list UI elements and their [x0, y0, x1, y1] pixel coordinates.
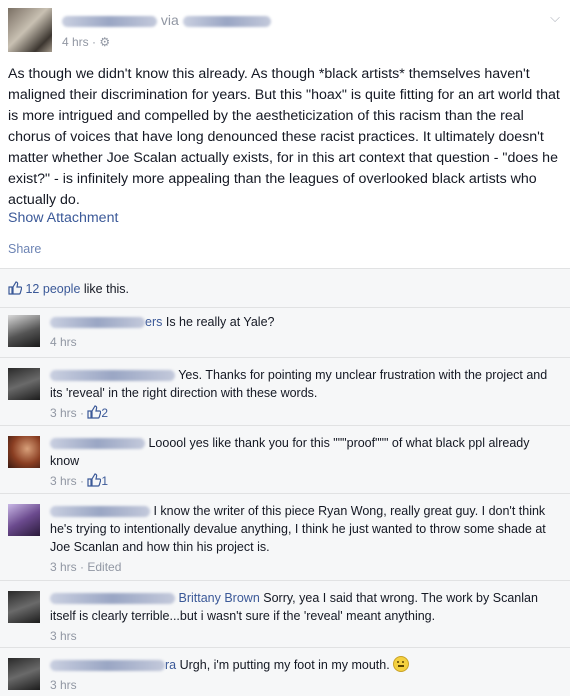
comment-meta: 3 hrs · 1: [50, 473, 109, 488]
page-name-redacted[interactable]: [182, 15, 271, 27]
commenter-name-redacted[interactable]: [50, 317, 145, 329]
divider: [0, 357, 570, 358]
commenter-name-redacted[interactable]: [50, 438, 145, 450]
likes-count-link[interactable]: 12 people: [25, 282, 80, 296]
comment-time[interactable]: 4 hrs: [50, 335, 77, 349]
comment-body: ers Is he really at Yale? 4 hrs: [50, 313, 560, 351]
via-label: via: [160, 12, 179, 28]
author-name-redacted[interactable]: [62, 15, 157, 27]
thumbs-up-icon: [8, 281, 22, 295]
comment-body: Brittany Brown Sorry, yea I said that wr…: [50, 589, 560, 645]
comment-like-count[interactable]: 1: [101, 474, 108, 488]
comment-avatar[interactable]: [8, 658, 40, 690]
comment-time[interactable]: 3 hrs: [50, 678, 77, 692]
post-timestamp[interactable]: 4 hrs: [62, 35, 89, 49]
comment-meta: 3 hrs: [50, 676, 560, 694]
chevron-down-icon[interactable]: ⌵: [550, 10, 560, 26]
comment-body: I know the writer of this piece Ryan Won…: [50, 502, 560, 576]
comment-avatar[interactable]: [8, 368, 40, 400]
thumbs-up-icon[interactable]: [87, 473, 102, 487]
divider: [0, 425, 570, 426]
comment-meta: 3 hrs · Edited: [50, 560, 122, 574]
comment-avatar[interactable]: [8, 591, 40, 623]
post: via 4 hrs · ⚙ ⌵ As though we didn't know…: [0, 0, 570, 268]
post-meta: 4 hrs · ⚙: [62, 35, 111, 49]
commenter-name-redacted[interactable]: [50, 593, 175, 605]
divider: [0, 647, 570, 648]
comment-time[interactable]: 3 hrs: [50, 560, 77, 574]
comment-avatar[interactable]: [8, 436, 40, 468]
mention-link[interactable]: Brittany Brown: [178, 591, 259, 605]
edited-label[interactable]: Edited: [87, 560, 121, 574]
comment-time[interactable]: 3 hrs: [50, 474, 77, 488]
comment-avatar[interactable]: [8, 504, 40, 536]
comment-text: Is he really at Yale?: [162, 315, 275, 329]
comment-meta: 4 hrs: [50, 333, 560, 351]
likes-summary: 12 people like this.: [8, 281, 129, 296]
post-header: via: [62, 12, 271, 28]
comments-section: 12 people like this. ers Is he really at…: [0, 268, 570, 696]
commenter-name-redacted[interactable]: [50, 506, 150, 518]
likes-suffix: like this.: [80, 282, 130, 296]
frown-emoji-icon: [393, 656, 410, 672]
divider: [0, 307, 570, 308]
comment-like-count[interactable]: 2: [101, 406, 108, 420]
comment-time[interactable]: 3 hrs: [50, 406, 77, 420]
post-text: As though we didn't know this already. A…: [8, 66, 560, 208]
commenter-name[interactable]: ers: [145, 315, 162, 329]
comment-avatar[interactable]: [8, 315, 40, 347]
comment-meta: 3 hrs · 2: [50, 405, 109, 420]
divider: [0, 493, 570, 494]
commenter-name-redacted[interactable]: [50, 660, 165, 672]
thumbs-up-icon[interactable]: [87, 405, 102, 419]
author-avatar[interactable]: [8, 8, 52, 52]
comment-text: Urgh, i'm putting my foot in my mouth.: [176, 658, 394, 672]
share-link[interactable]: Share: [8, 242, 41, 256]
comment-body: ra Urgh, i'm putting my foot in my mouth…: [50, 656, 560, 694]
commenter-name-redacted[interactable]: [50, 370, 175, 382]
comment-time[interactable]: 3 hrs: [50, 629, 77, 643]
comment-body: Looool yes like thank you for this """pr…: [50, 434, 560, 490]
audience-icon[interactable]: ⚙: [99, 35, 110, 49]
comment-body: Yes. Thanks for pointing my unclear frus…: [50, 366, 560, 422]
commenter-name[interactable]: ra: [165, 658, 176, 672]
divider: [0, 580, 570, 581]
comment-meta: 3 hrs: [50, 627, 560, 645]
show-attachment-link[interactable]: Show Attachment: [8, 210, 118, 226]
